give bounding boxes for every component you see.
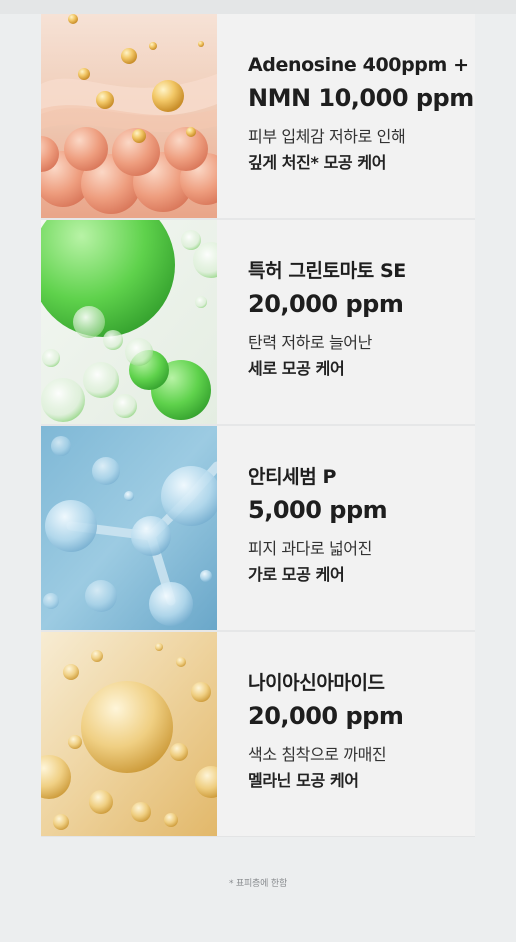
top-strip — [0, 0, 516, 14]
ingredient-name: 나이아신아마이드 — [248, 672, 385, 694]
ingredient-name: 안티세범 P — [248, 466, 337, 488]
ingredient-text: 특허 그린토마토 SE 20,000 ppm 탄력 저하로 늘어난 세로 모공 … — [217, 220, 475, 424]
ingredient-benefit: 가로 모공 케어 — [248, 565, 345, 584]
ingredient-concentration: 20,000 ppm — [248, 290, 404, 318]
ingredient-list: Adenosine 400ppm + NMN 10,000 ppm 피부 입체감… — [41, 14, 475, 837]
peach-bubble-texture-image — [41, 14, 217, 218]
ingredient-name: 특허 그린토마토 SE — [248, 260, 406, 282]
ingredient-card-antisebum: 안티세범 P 5,000 ppm 피지 과다로 넓어진 가로 모공 케어 — [41, 426, 475, 632]
ingredient-concentration: 5,000 ppm — [248, 496, 388, 524]
green-bubble-image — [41, 220, 217, 424]
ingredient-card-green-tomato: 특허 그린토마토 SE 20,000 ppm 탄력 저하로 늘어난 세로 모공 … — [41, 220, 475, 426]
ingredient-name: Adenosine 400ppm + — [248, 54, 469, 76]
ingredient-benefit: 깊게 처진* 모공 케어 — [248, 153, 387, 172]
ingredient-description: 피부 입체감 저하로 인해 — [248, 127, 406, 146]
blue-molecule-image — [41, 426, 217, 630]
ingredient-text: Adenosine 400ppm + NMN 10,000 ppm 피부 입체감… — [217, 14, 475, 218]
ingredient-description: 피지 과다로 넓어진 — [248, 539, 372, 558]
ingredient-benefit: 멜라닌 모공 케어 — [248, 771, 359, 790]
ingredient-card-adenosine: Adenosine 400ppm + NMN 10,000 ppm 피부 입체감… — [41, 14, 475, 220]
gold-bubble-image — [41, 632, 217, 836]
ingredient-text: 나이아신아마이드 20,000 ppm 색소 침착으로 까매진 멜라닌 모공 케… — [217, 632, 475, 836]
ingredient-description: 탄력 저하로 늘어난 — [248, 333, 372, 352]
ingredient-card-niacinamide: 나이아신아마이드 20,000 ppm 색소 침착으로 까매진 멜라닌 모공 케… — [41, 632, 475, 837]
ingredient-concentration: NMN 10,000 ppm — [248, 84, 474, 112]
ingredient-description: 색소 침착으로 까매진 — [248, 745, 387, 764]
ingredient-text: 안티세범 P 5,000 ppm 피지 과다로 넓어진 가로 모공 케어 — [217, 426, 475, 630]
ingredient-benefit: 세로 모공 케어 — [248, 359, 345, 378]
footnote: * 표피층에 한함 — [228, 879, 288, 889]
ingredient-concentration: 20,000 ppm — [248, 702, 404, 730]
